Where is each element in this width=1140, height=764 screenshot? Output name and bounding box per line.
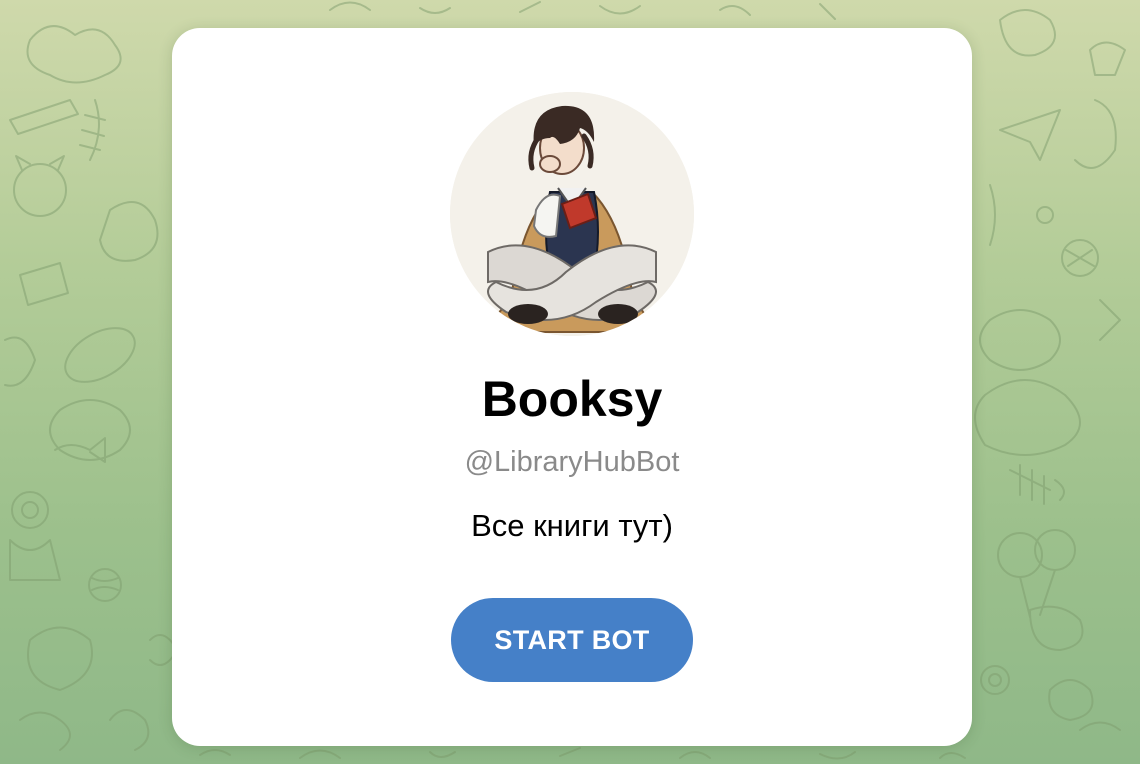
start-bot-button[interactable]: START BOT	[451, 598, 693, 682]
bot-profile-card: Booksy @LibraryHubBot Все книги тут) STA…	[172, 28, 972, 746]
bot-description: Все книги тут)	[471, 508, 673, 543]
bot-avatar-image[interactable]	[450, 92, 694, 336]
bot-name: Booksy	[481, 371, 663, 427]
avatar-illustration	[450, 92, 694, 336]
bot-username: @LibraryHubBot	[464, 446, 680, 478]
